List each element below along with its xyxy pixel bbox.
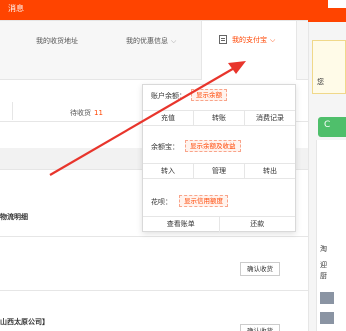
- balance-actions: 充值 转账 消费记录: [143, 110, 295, 126]
- repay-link[interactable]: 还款: [220, 217, 296, 232]
- huabei-actions: 查看账单 还款: [143, 216, 295, 232]
- huabei-label: 花呗：: [151, 198, 172, 206]
- tab-alipay[interactable]: 我的支付宝 ⌵: [201, 21, 297, 80]
- green-tab-label: C: [324, 120, 331, 130]
- transfer-out-link[interactable]: 转出: [245, 164, 295, 178]
- nav-coupon-link[interactable]: 我的优惠信息 ⌵: [126, 36, 176, 46]
- row-divider: [0, 290, 308, 291]
- chevron-down-icon: ⌵: [171, 37, 177, 45]
- side-thumbnail[interactable]: [320, 312, 334, 324]
- side-line-2: 迎: [320, 261, 327, 269]
- nav-address-label: 我的收货地址: [36, 37, 78, 45]
- yuebao-actions: 转入 管理 转出: [143, 163, 295, 179]
- manage-link[interactable]: 管理: [194, 164, 245, 178]
- show-yuebao-tag[interactable]: 显示余额及收益: [185, 140, 241, 152]
- recharge-link[interactable]: 充值: [143, 111, 194, 125]
- status-to-receive-count: 11: [94, 109, 103, 117]
- status-to-receive[interactable]: 待收货 11: [70, 108, 103, 118]
- side-line-1: 淘: [320, 245, 327, 253]
- side-line-3: 厨: [320, 272, 327, 280]
- transfer-link[interactable]: 转账: [194, 111, 245, 125]
- document-icon: [219, 35, 227, 44]
- show-balance-tag[interactable]: 显示余额: [191, 89, 227, 101]
- yuebao-label: 余额宝：: [151, 143, 179, 151]
- chevron-down-icon: ⌵: [270, 36, 276, 44]
- messages-link[interactable]: 消息: [8, 3, 24, 14]
- top-right-corner: [328, 0, 346, 8]
- show-credit-tag[interactable]: 显示信用额度: [179, 195, 228, 207]
- logistics-detail-text[interactable]: 物流明细: [0, 212, 28, 222]
- confirm-receipt-button[interactable]: 确认收货: [240, 262, 280, 276]
- side-thumbnail[interactable]: [320, 292, 334, 304]
- notice-box: 您: [312, 40, 346, 94]
- tab-alipay-label: 我的支付宝: [232, 36, 267, 44]
- status-divider: [12, 102, 13, 120]
- status-to-receive-label: 待收货: [70, 109, 91, 117]
- green-side-tab[interactable]: C: [318, 117, 346, 137]
- notice-text: 您: [317, 78, 324, 86]
- transfer-in-link[interactable]: 转入: [143, 164, 194, 178]
- nav-coupon-label: 我的优惠信息: [126, 37, 168, 45]
- company-text: 山西太原公司】: [0, 318, 49, 326]
- alipay-dropdown: 账户余额： 显示余额 充值 转账 消费记录 余额宝： 显示余额及收益 转入 管理…: [142, 84, 296, 232]
- balance-label: 账户余额：: [151, 92, 186, 100]
- confirm-receipt-button-2[interactable]: 确认收货: [240, 324, 280, 331]
- top-bar: 消息: [0, 0, 346, 22]
- view-bill-link[interactable]: 查看账单: [143, 217, 220, 232]
- spending-record-link[interactable]: 消费记录: [245, 111, 295, 125]
- nav-address-link[interactable]: 我的收货地址: [36, 36, 78, 46]
- row-divider: [0, 236, 308, 237]
